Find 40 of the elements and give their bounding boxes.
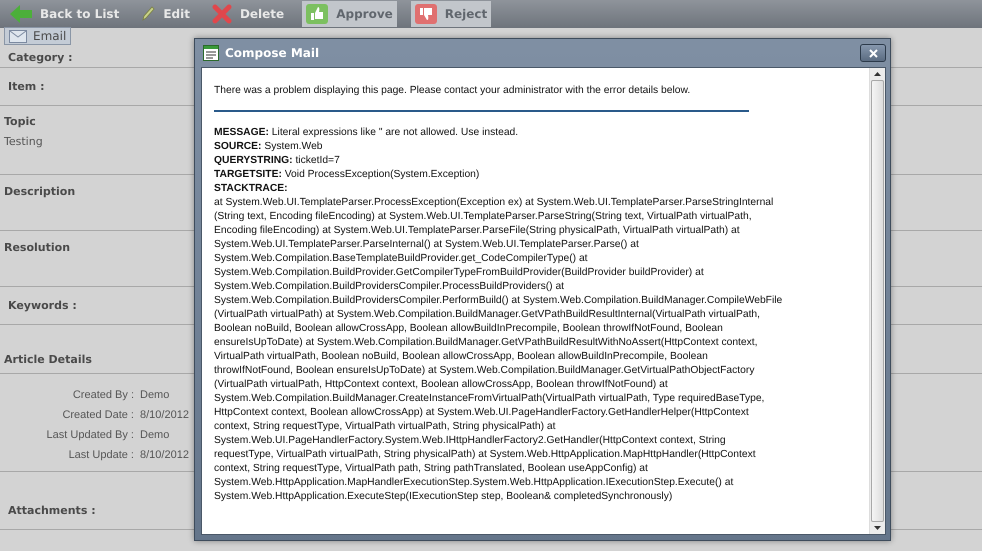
left-arrow-icon xyxy=(10,5,32,23)
envelope-icon xyxy=(9,30,27,42)
section-text: Testing xyxy=(4,135,43,148)
stacktrace-label: STACKTRACE: xyxy=(214,182,289,196)
error-field: TARGETSITE: Void ProcessException(System.Exception) xyxy=(214,168,861,182)
stacktrace-text: at System.Web.UI.TemplateParser.ProcessException(Exception ex) at System.Web.UI.TemplateParser.ParseStringInternal (String text, Encoding fileEncoding) at System.Web.UI.TemplateParser.ParseString(String text, VirtualPath virtualPath, Encoding fileEncoding) at System.Web.UI.TemplateParser.ParseFile(String physicalPath, VirtualPath virtualPath) at System.Web.UI.TemplateParser.ParseInternal() at System.Web.UI.TemplateParser.Parse() at System.Web.Compilation.BaseTemplateBuildProvider.get_CodeCompilerType() at System.Web.Compilation.BuildProvider.GetCompilerTypeFromBuildProvider(BuildProvider buildProvider) at System.Web.Compilation.BuildProvidersCompiler.ProcessBuildProviders() at System.Web.Compilation.BuildProvidersCompiler.PerformBuild() at System.Web.Compilation.BuildManager.CompileWebFile (VirtualPath virtualPath) at System.Web.Compilation.BuildManager.GetVPathBuildResultInternal(VirtualPath virtualPath, Boolean noBuild, Boolean allowCrossApp, Boolean allowBuildInPrecompile, Boolean throwIfNotFound, Boolean ensureIsUpToDate) at System.Web.Compilation.BuildManager.GetVPathBuildResultWithNoAssert(HttpContext context, VirtualPath virtualPath, Boolean noBuild, Boolean allowCrossApp, Boolean allowBuildInPrecompile, Boolean throwIfNotFound, Boolean ensureIsUpToDate) at System.Web.Compilation.BuildManager.GetVirtualPathObjectFactory (VirtualPath virtualPath, HttpContext context, Boolean allowCrossApp, Boolean throwIfNotFound) at System.Web.Compilation.BuildManager.CreateInstanceFromVirtualPath(VirtualPath virtualPath, Type requiredBaseType, HttpContext context, Boolean allowCrossApp) at System.Web.UI.PageHandlerFactory.GetHandlerHelper(HttpContext context, String requestType, VirtualPath virtualPath, String physicalPath) at System.Web.UI.PageHandlerFactory.System.Web.IHttpHandlerFactory2.GetHandler(HttpContext context, String requestType, VirtualPath virtualPath, String physicalPath) at System.Web.HttpApplication.MapHttpHandler(HttpContext context, String requestType, VirtualPath path, String pathTranslated, Boolean useAppConfig) at System.Web.HttpApplication.MapHandlerExecutionStep.System.Web.HttpApplication.IExecutionStep.Execute() at System.Web.HttpApplication.ExecuteStep(IExecutionStep step, Boolean& completedSynchronously) xyxy=(214,196,784,504)
cross-icon xyxy=(212,4,232,24)
email-tab[interactable]: Email xyxy=(4,27,72,45)
error-intro: There was a problem displaying this page. Please contact your administrator with the error details below. xyxy=(214,84,692,98)
edit-button[interactable]: Edit xyxy=(137,1,194,27)
delete-button[interactable]: Delete xyxy=(208,1,288,27)
pencil-icon xyxy=(141,6,156,22)
section-heading: Topic xyxy=(4,115,36,128)
scroll-up-icon xyxy=(874,72,881,76)
field-label: Attachments : xyxy=(8,504,96,517)
detail-label: Last Updated By : xyxy=(46,429,134,441)
detail-value: Demo xyxy=(140,429,170,441)
error-field: MESSAGE: Literal expressions like " are not allowed. Use instead. xyxy=(214,126,861,140)
detail-value: Demo xyxy=(140,389,170,401)
error-field: SOURCE: System.Web xyxy=(214,140,861,154)
field-label: Item : xyxy=(8,80,45,93)
detail-value: 8/10/2012 xyxy=(140,409,189,421)
field-label: Category : xyxy=(8,51,72,64)
error-field: QUERYSTRING: ticketId=7 xyxy=(214,154,861,168)
dialog-title: Compose Mail xyxy=(225,46,320,60)
section-heading: Article Details xyxy=(4,353,92,366)
section-heading: Resolution xyxy=(4,241,70,254)
window-icon xyxy=(203,45,219,61)
thumbs-down-icon xyxy=(414,4,437,24)
back-button[interactable]: Back to List xyxy=(6,1,124,27)
close-icon xyxy=(868,48,878,58)
detail-value: 8/10/2012 xyxy=(140,449,189,461)
detail-label: Created By : xyxy=(72,389,134,401)
close-button[interactable] xyxy=(860,44,886,62)
scroll-down-icon xyxy=(874,526,881,530)
detail-label: Last Update : xyxy=(68,449,134,461)
thumbs-up-icon xyxy=(306,4,328,24)
field-label: Keywords : xyxy=(8,299,77,312)
detail-label: Created Date : xyxy=(61,409,134,421)
section-heading: Description xyxy=(4,185,76,198)
